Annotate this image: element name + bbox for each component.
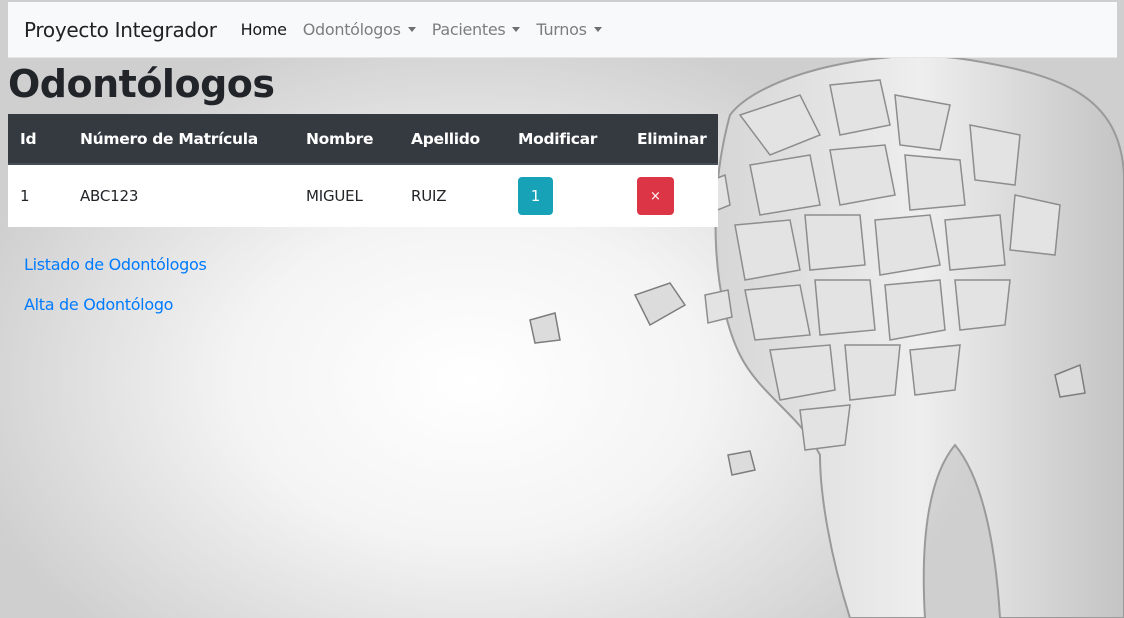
- column-header-modificar: Modificar: [506, 114, 625, 165]
- nav-item-turnos[interactable]: Turnos: [536, 20, 602, 39]
- modify-button[interactable]: 1: [518, 177, 553, 215]
- cell-id: 1: [20, 187, 30, 205]
- nav-item-pacientes-label: Pacientes: [431, 20, 506, 39]
- table-row: 1 ABC123 MIGUEL RUIZ 1 ×: [8, 164, 718, 227]
- column-header-nombre: Nombre: [294, 114, 399, 165]
- chevron-down-icon: [593, 27, 602, 32]
- nav-item-odontologos-label: Odontólogos: [302, 20, 401, 39]
- link-alta-odontologo[interactable]: Alta de Odontólogo: [24, 295, 173, 314]
- cell-modificar: 1: [506, 164, 625, 227]
- table-header-row: Id Número de Matrícula Nombre Apellido M…: [8, 114, 718, 165]
- nav-item-odontologos[interactable]: Odontólogos: [303, 20, 416, 39]
- odontologos-table: Id Número de Matrícula Nombre Apellido M…: [8, 114, 718, 227]
- delete-button[interactable]: ×: [637, 177, 674, 215]
- chevron-down-icon: [512, 27, 521, 32]
- chevron-down-icon: [407, 27, 416, 32]
- column-header-matricula: Número de Matrícula: [68, 114, 294, 165]
- column-header-id: Id: [8, 114, 68, 165]
- nav-item-pacientes[interactable]: Pacientes: [432, 20, 521, 39]
- column-header-eliminar: Eliminar: [625, 114, 718, 165]
- column-header-apellido: Apellido: [399, 114, 506, 165]
- navbar-brand[interactable]: Proyecto Integrador: [24, 18, 217, 42]
- nav-item-home[interactable]: Home: [241, 20, 287, 39]
- cell-apellido: RUIZ: [411, 187, 447, 205]
- nav-item-home-label: Home: [240, 20, 287, 39]
- link-listado-odontologos[interactable]: Listado de Odontólogos: [24, 255, 207, 274]
- page-title: Odontólogos: [8, 62, 275, 106]
- cell-eliminar: ×: [625, 164, 718, 227]
- cell-matricula: ABC123: [80, 187, 139, 205]
- top-navbar: Proyecto Integrador Home Odontólogos Pac…: [8, 2, 1117, 58]
- nav-item-turnos-label: Turnos: [536, 20, 587, 39]
- cell-nombre: MIGUEL: [306, 187, 363, 205]
